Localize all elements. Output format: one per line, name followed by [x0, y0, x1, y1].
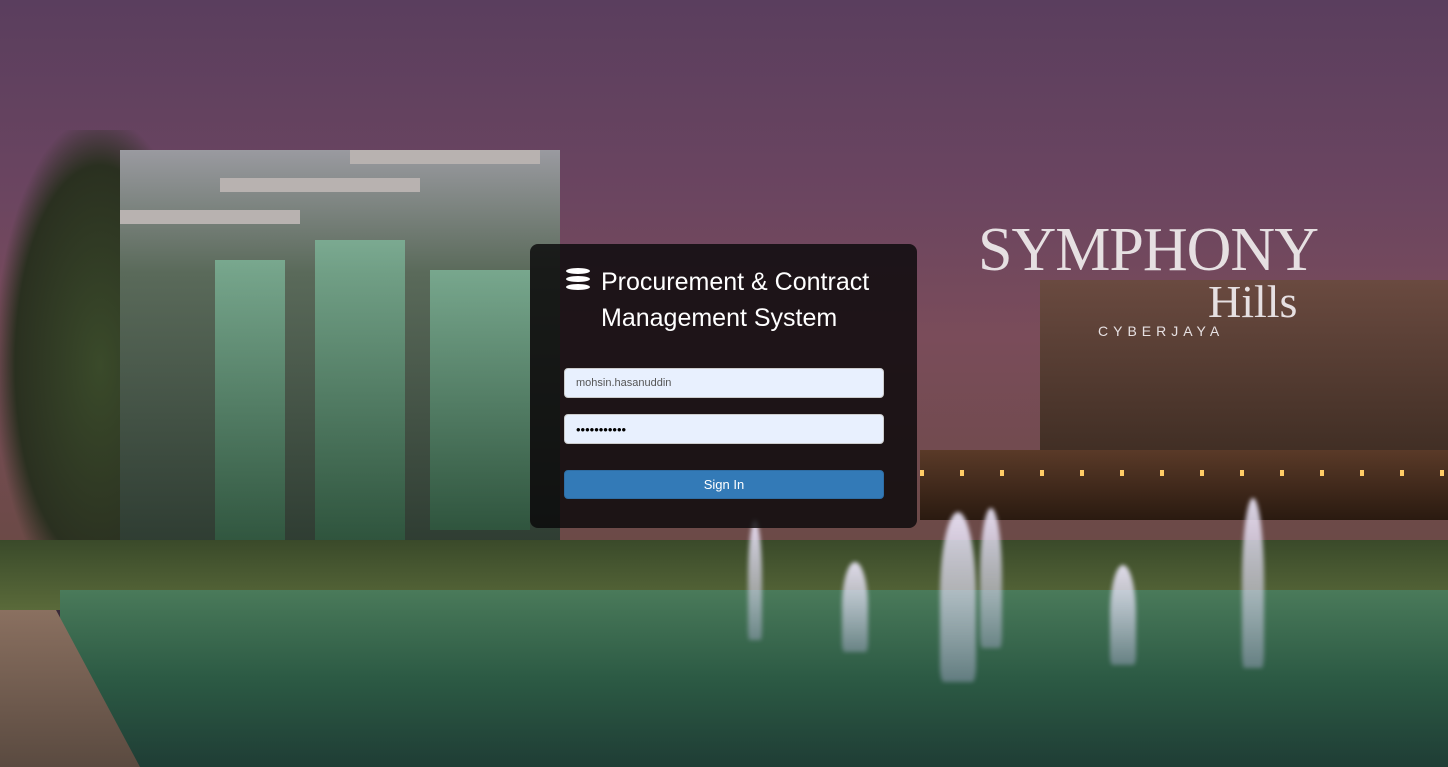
- office-building: [120, 150, 560, 560]
- sign-in-button[interactable]: Sign In: [564, 470, 884, 499]
- username-input[interactable]: [564, 368, 884, 398]
- title-line-2: Management System: [601, 304, 838, 332]
- bridge: [920, 450, 1448, 520]
- symphony-hills-logo: SYMPHONY Hills CYBERJAYA: [978, 216, 1319, 339]
- password-input[interactable]: [564, 414, 884, 444]
- database-icon: [566, 268, 590, 292]
- title-line-1: Procurement & Contract: [601, 268, 870, 296]
